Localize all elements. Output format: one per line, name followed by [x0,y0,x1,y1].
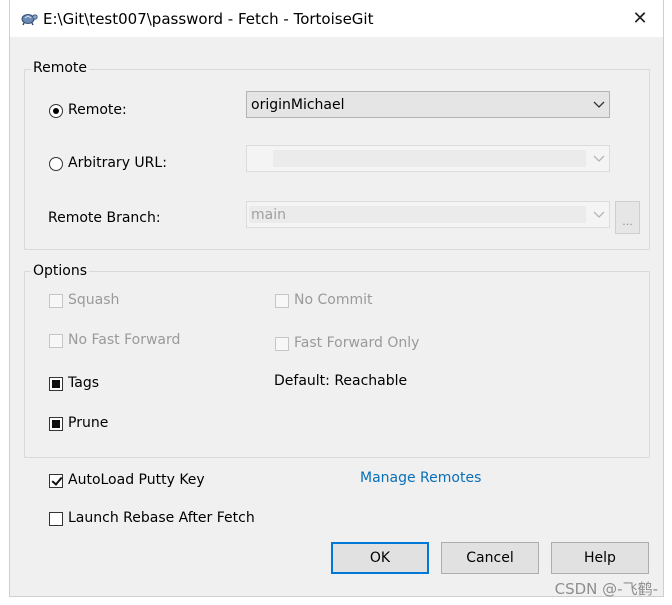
default-reachable-label: Default: Reachable [274,373,408,389]
arbitrary-url-radio[interactable] [49,157,63,171]
window-title: E:\Git\test007\password - Fetch - Tortoi… [43,10,374,28]
squash-label: Squash [68,292,120,308]
autoload-putty-key-checkbox[interactable] [49,474,63,488]
remote-select-value: originMichael [251,97,345,113]
no-fast-forward-checkbox[interactable] [49,334,63,348]
arbitrary-url-combo[interactable] [246,145,610,172]
fast-forward-only-label: Fast Forward Only [294,335,420,351]
squash-checkbox[interactable] [49,294,63,308]
chevron-down-icon [593,101,605,108]
prune-checkbox[interactable] [49,417,63,431]
remote-branch-value: main [251,207,286,223]
arbitrary-url-label[interactable]: Arbitrary URL: [68,155,167,171]
remote-radio-label[interactable]: Remote: [68,102,127,118]
remote-radio[interactable] [49,104,63,118]
fetch-dialog: E:\Git\test007\password - Fetch - Tortoi… [9,0,664,597]
browse-branch-button[interactable]: ... [615,201,640,234]
watermark: CSDN @-飞鹤- [554,580,658,598]
chevron-down-icon [593,155,605,162]
fast-forward-only-checkbox[interactable] [275,337,289,351]
prune-label[interactable]: Prune [68,415,108,431]
cancel-button[interactable]: Cancel [441,542,539,574]
chevron-down-icon [593,211,605,218]
no-fast-forward-label: No Fast Forward [68,332,181,348]
title-bar: E:\Git\test007\password - Fetch - Tortoi… [10,0,663,37]
remote-branch-input[interactable] [249,206,586,223]
remote-branch-label: Remote Branch: [48,210,161,226]
autoload-putty-key-label[interactable]: AutoLoad Putty Key [68,472,205,488]
close-icon: ✕ [632,8,648,29]
help-button[interactable]: Help [551,542,649,574]
remote-group-title: Remote [31,60,90,76]
tags-checkbox[interactable] [49,377,63,391]
no-commit-label: No Commit [294,292,373,308]
remote-branch-combo[interactable]: main [246,201,610,228]
no-commit-checkbox[interactable] [275,294,289,308]
tortoisegit-icon [21,14,38,26]
ok-button[interactable]: OK [331,542,429,574]
options-group-title: Options [31,263,90,279]
launch-rebase-checkbox[interactable] [49,512,63,526]
launch-rebase-label[interactable]: Launch Rebase After Fetch [68,510,255,526]
remote-select[interactable]: originMichael [246,91,610,118]
tags-label[interactable]: Tags [68,375,99,391]
close-button[interactable]: ✕ [617,0,663,37]
manage-remotes-link[interactable]: Manage Remotes [360,470,481,486]
arbitrary-url-input[interactable] [273,150,586,167]
